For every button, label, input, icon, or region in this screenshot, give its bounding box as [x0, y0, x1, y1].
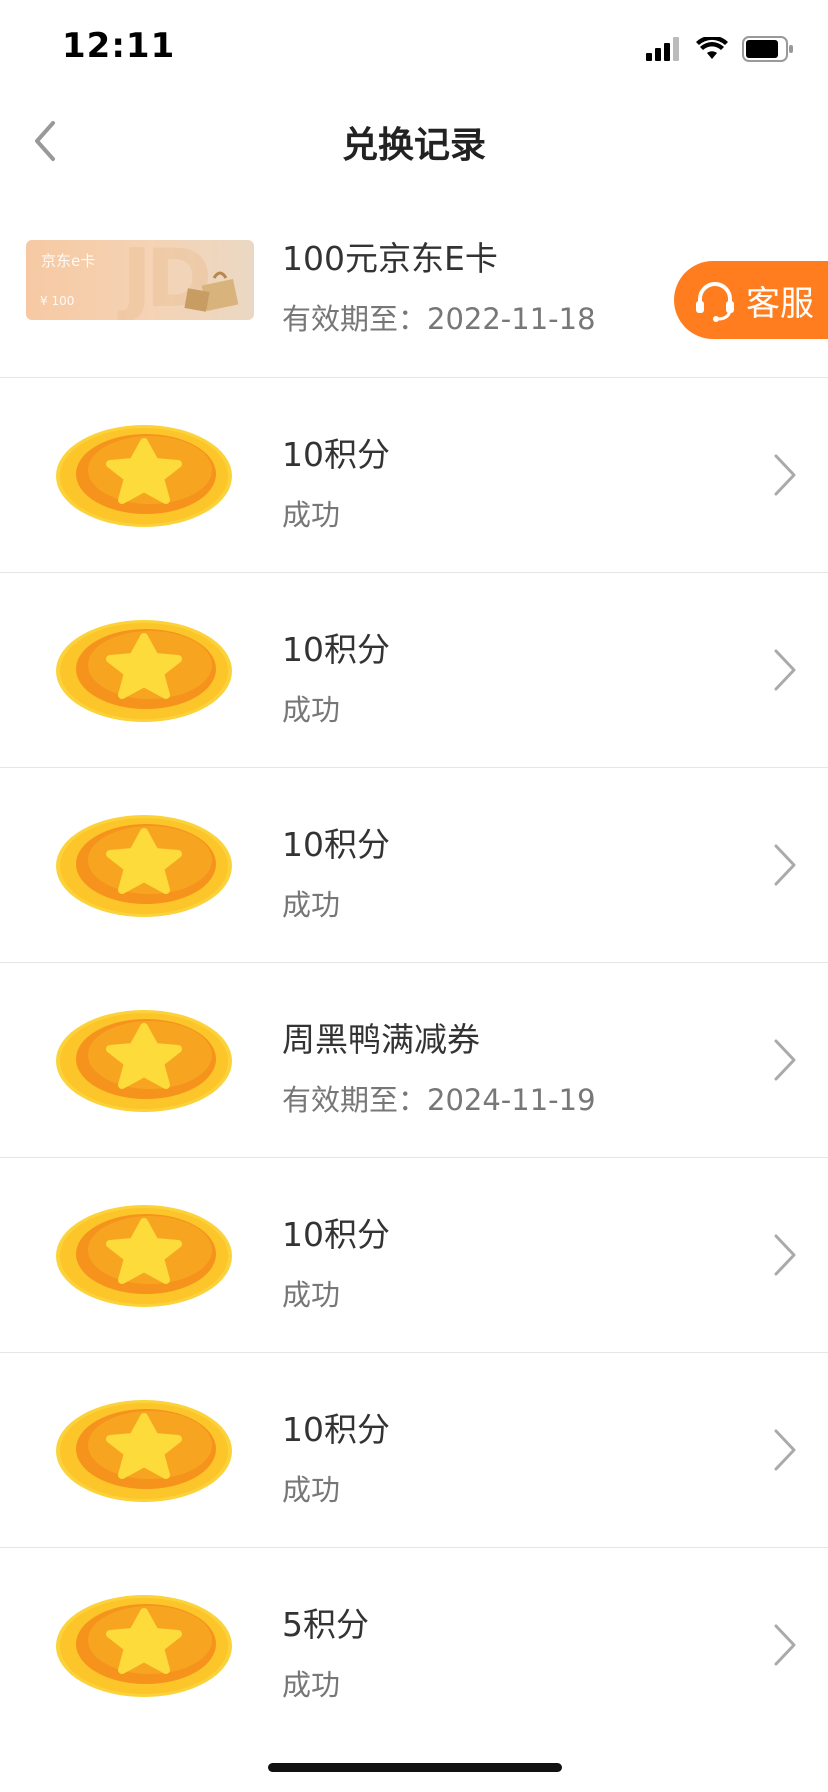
- record-subtitle: 成功: [282, 498, 341, 532]
- record-subtitle: 有效期至：2024-11-19: [282, 1083, 596, 1117]
- signal-icon: [646, 37, 679, 61]
- coin-star-icon: [56, 620, 232, 722]
- list-item[interactable]: 10积分 成功: [0, 1158, 828, 1353]
- coin-star-icon: [56, 1010, 232, 1112]
- jd-card-label: 京东e卡: [41, 252, 96, 270]
- record-title: 10积分: [282, 1410, 390, 1449]
- coin-star-icon: [56, 1595, 232, 1697]
- record-title: 10积分: [282, 435, 390, 474]
- chevron-right-icon: [774, 649, 796, 691]
- header: 兑换记录: [0, 100, 828, 182]
- jd-card-price: ¥ 100: [40, 294, 75, 308]
- record-subtitle: 成功: [282, 888, 341, 922]
- list-item[interactable]: 10积分 成功: [0, 573, 828, 768]
- list-item[interactable]: 京东e卡 JD ¥ 100 100元京东E卡 有效期至：2022-11-18 客…: [0, 188, 828, 378]
- record-subtitle: 成功: [282, 1278, 341, 1312]
- chevron-right-icon: [774, 1039, 796, 1081]
- gift-icon: [184, 271, 239, 312]
- record-title: 100元京东E卡: [282, 239, 498, 278]
- record-subtitle: 成功: [282, 1473, 341, 1507]
- record-subtitle: 有效期至：2022-11-18: [282, 302, 596, 336]
- headset-icon: [696, 282, 734, 322]
- coin-star-icon: [56, 425, 232, 527]
- home-indicator: [268, 1763, 562, 1772]
- list-item[interactable]: 5积分 成功: [0, 1548, 828, 1743]
- battery-icon: [742, 36, 793, 62]
- chevron-right-icon: [774, 1429, 796, 1471]
- chevron-right-icon: [774, 1624, 796, 1666]
- status-bar: 12:11: [0, 0, 828, 100]
- coin-star-icon: [56, 1400, 232, 1502]
- chevron-right-icon: [774, 454, 796, 496]
- page-title: 兑换记录: [341, 125, 486, 166]
- service-label: 客服: [746, 283, 814, 324]
- list-item[interactable]: 10积分 成功: [0, 768, 828, 963]
- record-list: 京东e卡 JD ¥ 100 100元京东E卡 有效期至：2022-11-18 客…: [0, 188, 828, 1743]
- jd-card-image: 京东e卡 JD ¥ 100: [26, 240, 254, 320]
- coin-star-icon: [56, 815, 232, 917]
- status-icons: [646, 34, 794, 64]
- record-title: 10积分: [282, 630, 390, 669]
- chevron-right-icon: [774, 844, 796, 886]
- list-item[interactable]: 10积分 成功: [0, 378, 828, 573]
- coin-star-icon: [56, 1205, 232, 1307]
- record-title: 5积分: [282, 1605, 369, 1644]
- list-item[interactable]: 10积分 成功: [0, 1353, 828, 1548]
- record-subtitle: 成功: [282, 693, 341, 727]
- wifi-icon: [696, 37, 728, 59]
- chevron-right-icon: [774, 1234, 796, 1276]
- record-title: 周黑鸭满减券: [282, 1020, 480, 1059]
- status-time: 12:11: [62, 26, 176, 66]
- record-title: 10积分: [282, 825, 390, 864]
- record-subtitle: 成功: [282, 1668, 341, 1702]
- customer-service-button[interactable]: 客服: [674, 261, 828, 339]
- record-title: 10积分: [282, 1215, 390, 1254]
- list-item[interactable]: 周黑鸭满减券 有效期至：2024-11-19: [0, 963, 828, 1158]
